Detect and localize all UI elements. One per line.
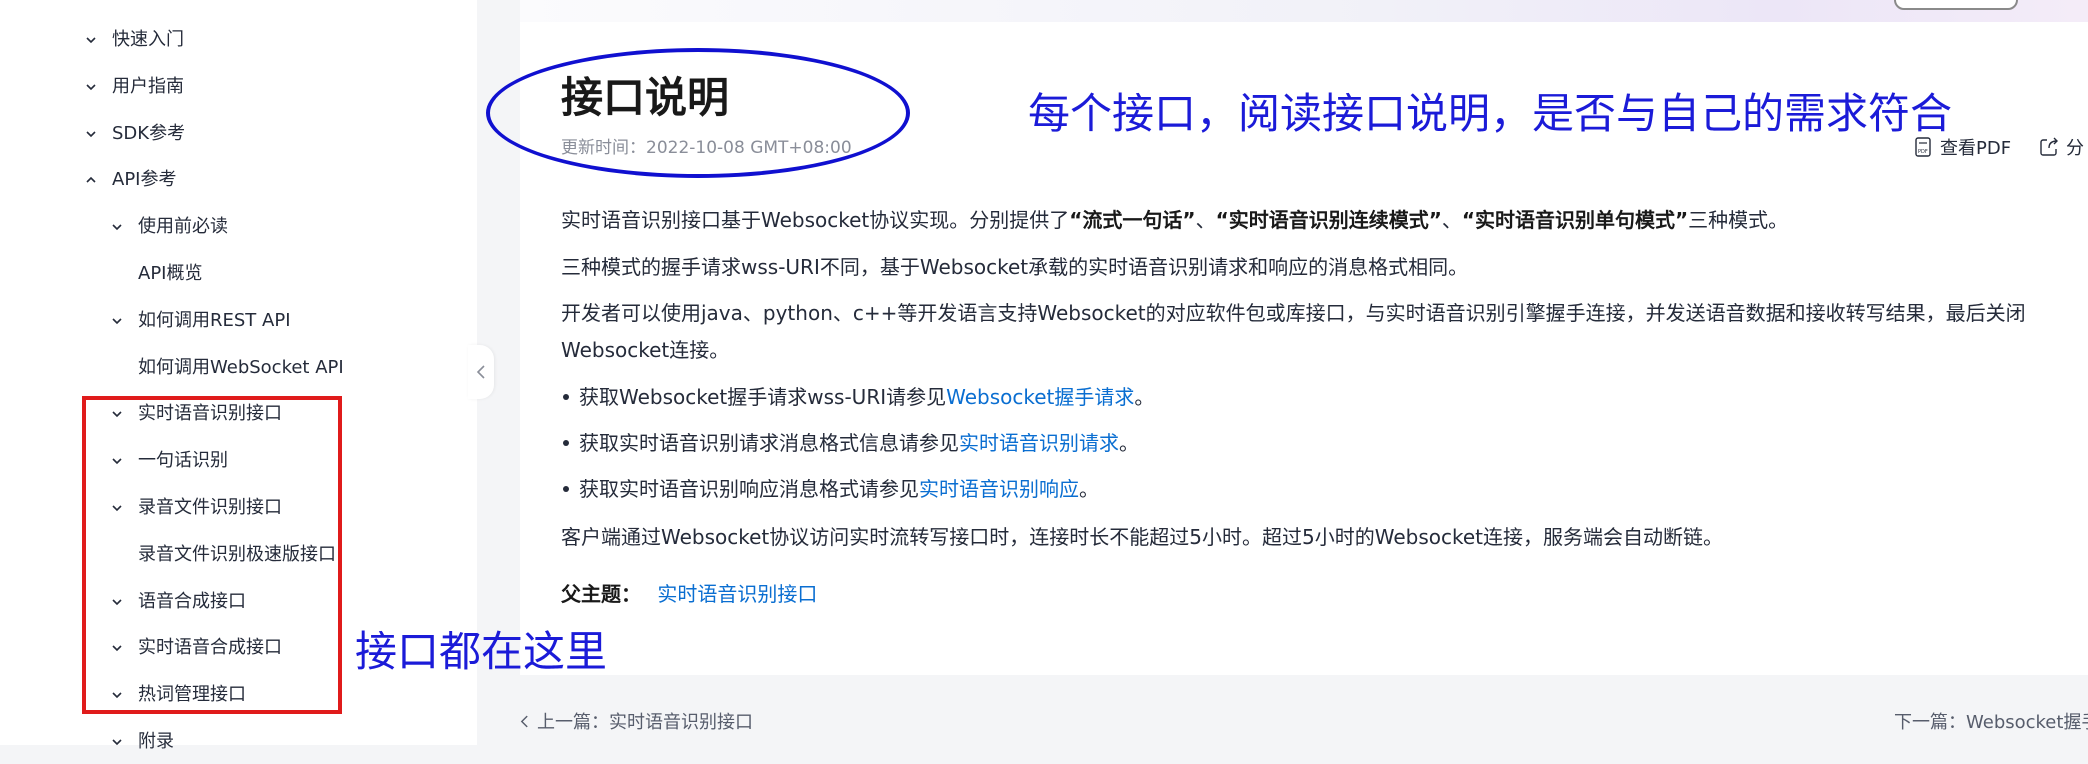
hero-banner (520, 0, 2088, 22)
bullet-dot (563, 485, 569, 492)
mode-streaming: “流式一句话” (1069, 208, 1196, 232)
reference-link[interactable]: 实时语音识别请求 (959, 431, 1119, 455)
chevron-down-icon[interactable] (106, 299, 128, 343)
reference-list-item: 获取实时语音识别请求消息格式信息请参见实时语音识别请求。 (561, 428, 1139, 458)
reference-link[interactable]: 实时语音识别响应 (919, 477, 1079, 501)
sidebar-item[interactable]: 使用前必读 (0, 205, 470, 249)
page-pagination: 上一篇：实时语音识别接口 下一篇：Websocket握手 (520, 700, 2088, 740)
sidebar-item[interactable]: API参考 (0, 158, 470, 202)
sidebar-item-label: 如何调用REST API (138, 309, 291, 331)
prev-page-label: 上一篇：实时语音识别接口 (537, 712, 753, 733)
chevron-left-icon (476, 365, 485, 379)
annotation-left-note: 接口都在这里 (355, 627, 608, 676)
sidebar-item-label: API参考 (112, 169, 177, 191)
sidebar-item[interactable]: 附录 (0, 720, 470, 764)
reference-text: 获取Websocket握手请求wss-URI请参见 (579, 385, 947, 409)
sidebar-item[interactable]: 快速入门 (0, 18, 470, 62)
sidebar-item[interactable]: 用户指南 (0, 65, 470, 109)
wss-paragraph: 三种模式的握手请求wss-URI不同，基于Websocket承载的实时语音识别请… (561, 255, 1469, 279)
reference-tail: 。 (1134, 385, 1155, 409)
share-button[interactable]: 分 (2038, 133, 2084, 161)
chevron-left-icon (520, 715, 528, 727)
banner-button[interactable] (1894, 0, 2018, 10)
annotation-top-note: 每个接口，阅读接口说明，是否与自己的需求符合 (1028, 89, 1953, 138)
chevron-down-icon[interactable] (80, 112, 102, 156)
next-page-link[interactable]: 下一篇：Websocket握手 (1894, 708, 2088, 734)
reference-text: 获取实时语音识别请求消息格式信息请参见 (579, 431, 959, 455)
chevron-up-icon[interactable] (80, 158, 102, 202)
parent-topic-link[interactable]: 实时语音识别接口 (657, 582, 817, 606)
sidebar-collapse-handle[interactable] (468, 345, 494, 399)
connection-limit-paragraph: 客户端通过Websocket协议访问实时流转写接口时，连接时长不能超过5小时。超… (561, 525, 1723, 549)
sidebar-item-label: 用户指南 (112, 75, 184, 97)
sidebar-item-label: 快速入门 (112, 29, 184, 50)
intro-sep-2: 、 (1441, 208, 1462, 232)
intro-text: 实时语音识别接口基于Websocket协议实现。分别提供了 (561, 208, 1070, 232)
mode-single: “实时语音识别单句模式” (1461, 208, 1689, 232)
bullet-dot (563, 439, 569, 446)
share-icon (2040, 137, 2058, 156)
chevron-down-icon[interactable] (80, 65, 102, 109)
sidebar-item-label: 附录 (138, 731, 174, 752)
intro-sep-1: 、 (1195, 208, 1216, 232)
bullet-dot (563, 393, 569, 400)
parent-topic: 父主题： 实时语音识别接口 (561, 579, 817, 609)
mode-continuous: “实时语音识别连续模式” (1215, 208, 1442, 232)
share-label: 分 (2066, 138, 2084, 159)
reference-text: 获取实时语音识别响应消息格式请参见 (579, 477, 919, 501)
dev-paragraph-line2: Websocket连接。 (561, 338, 730, 362)
prev-page-link[interactable]: 上一篇：实时语音识别接口 (520, 708, 753, 734)
sidebar-item-label: 使用前必读 (138, 216, 228, 238)
svg-text:PDF: PDF (1918, 149, 1928, 155)
sidebar-item-label: 如何调用WebSocket API (138, 356, 344, 378)
annotation-ellipse (486, 48, 910, 178)
annotation-rectangle (82, 396, 342, 714)
sidebar-item[interactable]: SDK参考 (0, 112, 470, 156)
intro-tail: 三种模式。 (1688, 208, 1789, 232)
intro-paragraph: 实时语音识别接口基于Websocket协议实现。分别提供了“流式一句话”、“实时… (561, 205, 1788, 235)
reference-list-item: 获取Websocket握手请求wss-URI请参见Websocket握手请求。 (561, 382, 1154, 412)
sidebar-item[interactable]: 如何调用WebSocket API (0, 346, 470, 390)
sidebar-item-label: API概览 (138, 263, 203, 284)
chevron-down-icon[interactable] (106, 205, 128, 249)
sidebar-item[interactable]: API概览 (0, 252, 470, 296)
reference-tail: 。 (1119, 431, 1139, 455)
dev-paragraph-line1: 开发者可以使用java、python、c++等开发语言支持Websocket的对… (561, 301, 2026, 325)
reference-link[interactable]: Websocket握手请求 (946, 385, 1134, 409)
chevron-down-icon[interactable] (106, 720, 128, 764)
chevron-down-icon[interactable] (80, 18, 102, 62)
reference-list-item: 获取实时语音识别响应消息格式请参见实时语音识别响应。 (561, 474, 1099, 504)
sidebar-item-label: SDK参考 (112, 122, 186, 144)
parent-topic-label: 父主题： (561, 582, 641, 606)
sidebar-item[interactable]: 如何调用REST API (0, 299, 470, 343)
reference-tail: 。 (1079, 477, 1099, 501)
